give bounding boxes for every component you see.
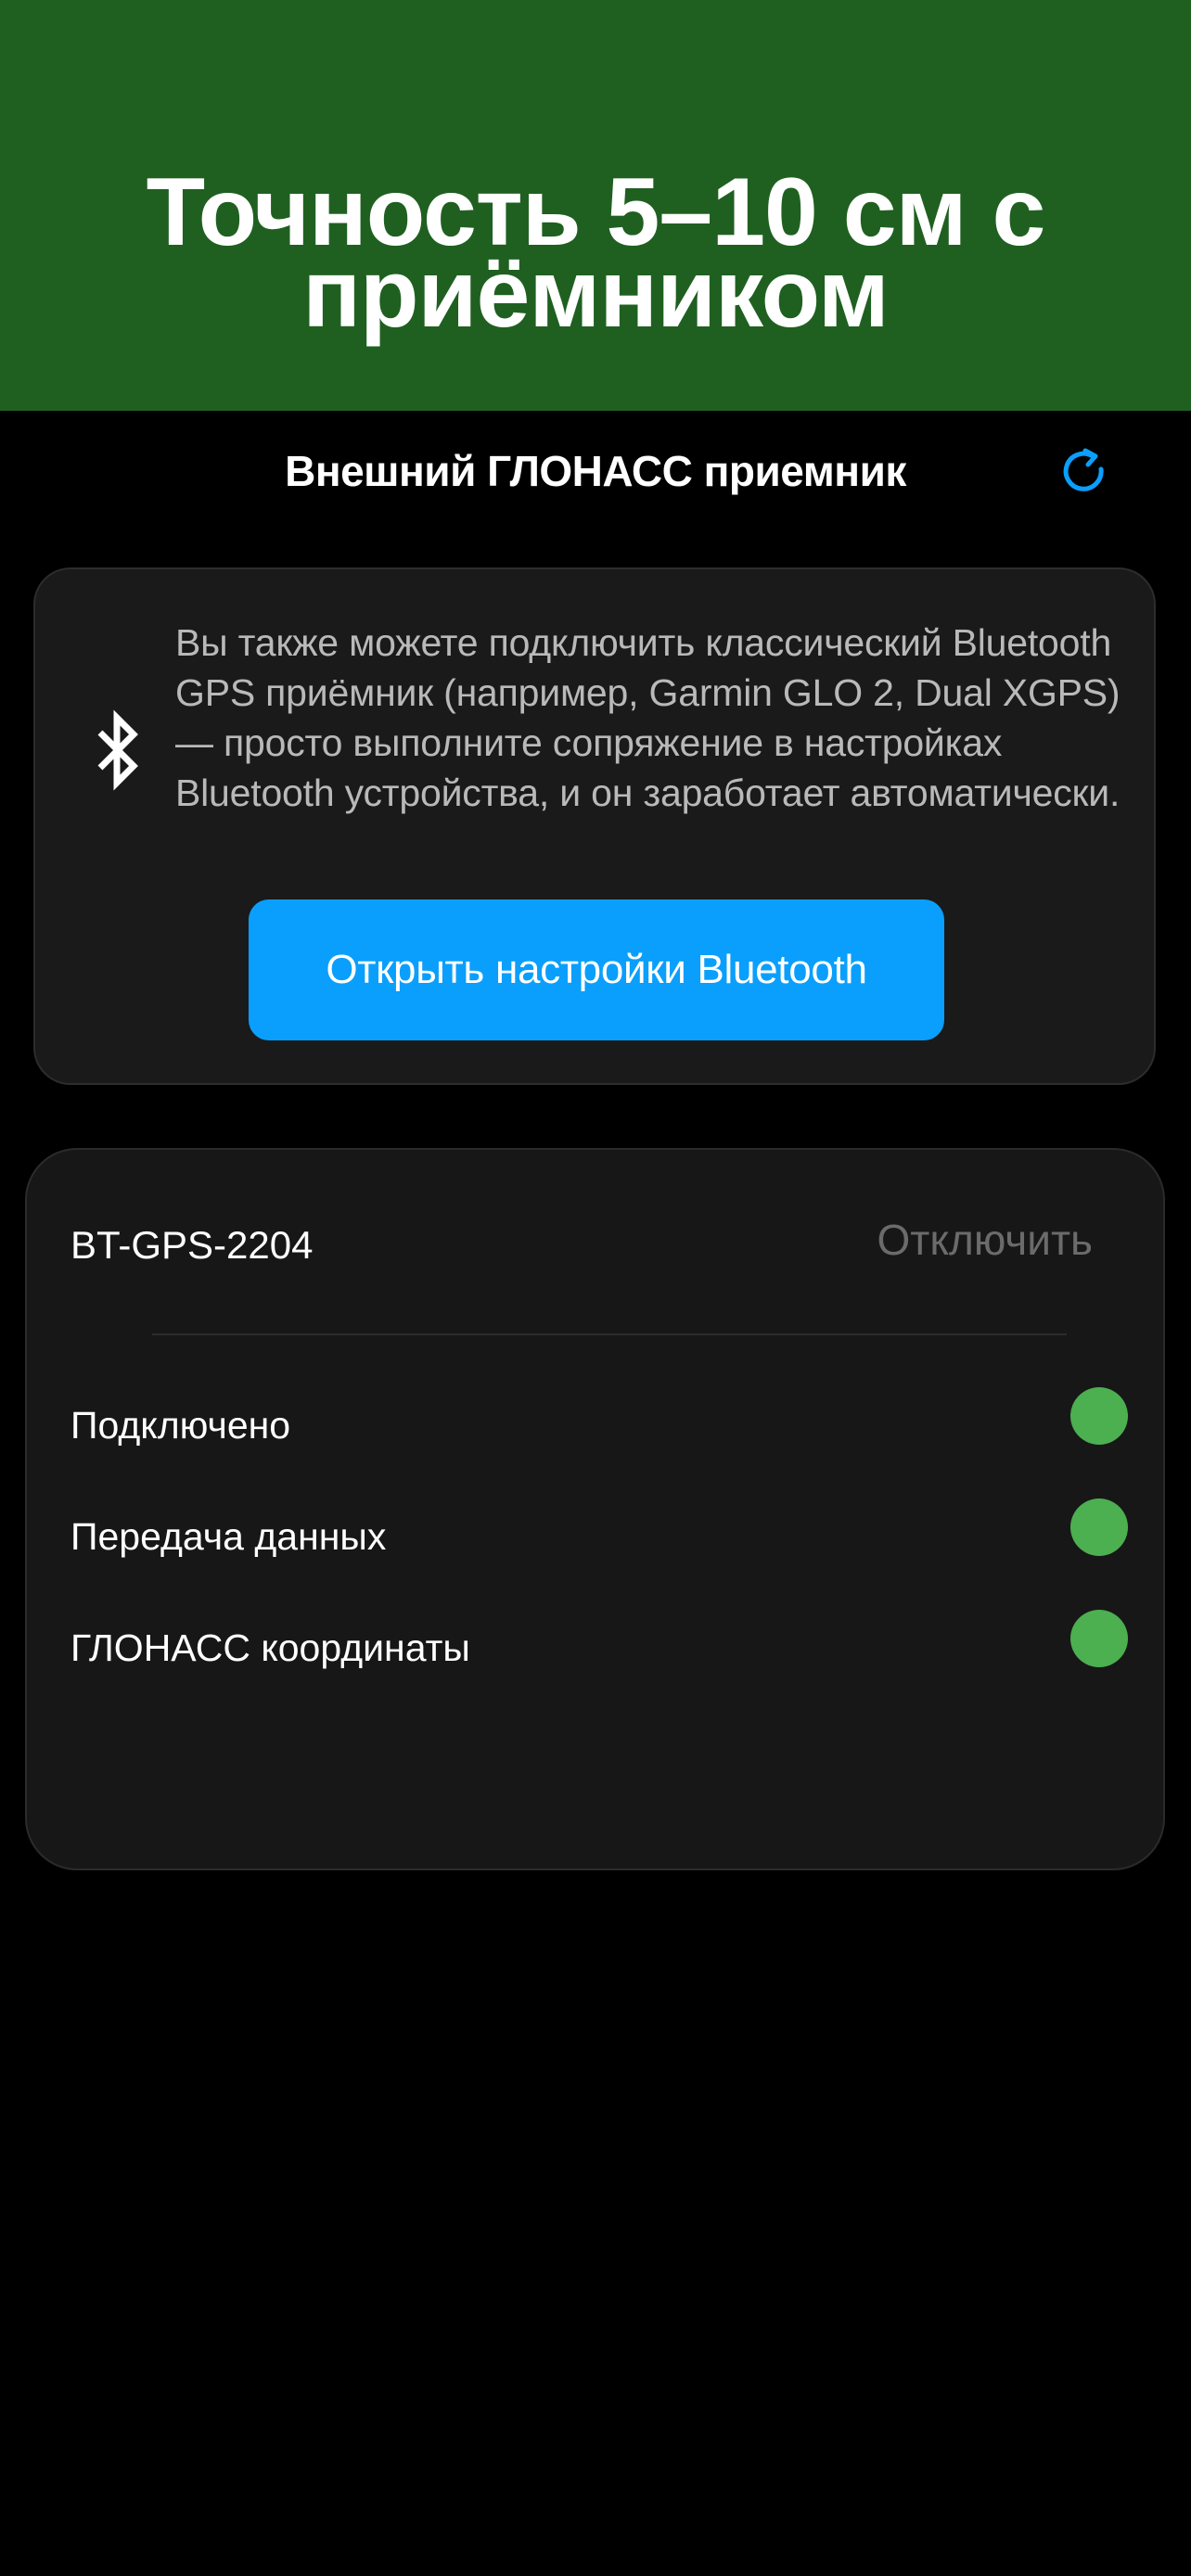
promo-title: Точность 5–10 см с приёмником — [146, 159, 1046, 348]
device-name: BT-GPS-2204 — [70, 1223, 314, 1267]
device-card: BT-GPS-2204 Отключить Подключено Передач… — [25, 1148, 1165, 1870]
status-row-glonass: ГЛОНАСС координаты — [70, 1610, 1128, 1675]
divider — [152, 1333, 1067, 1335]
status-row-connected: Подключено — [70, 1387, 1128, 1452]
status-row-data-transfer: Передача данных — [70, 1498, 1128, 1563]
disconnect-button[interactable]: Отключить — [877, 1209, 1093, 1270]
status-indicator — [1070, 1610, 1128, 1667]
promo-banner: Точность 5–10 см с приёмником — [0, 0, 1191, 411]
bluetooth-info-card: Вы также можете подключить классический … — [33, 567, 1156, 1085]
status-indicator — [1070, 1498, 1128, 1556]
screen-title: Внешний ГЛОНАСС приемник — [285, 447, 906, 495]
status-label: ГЛОНАСС координаты — [70, 1626, 470, 1669]
status-indicator — [1070, 1387, 1128, 1445]
status-label: Подключено — [70, 1404, 291, 1447]
refresh-button[interactable] — [1057, 443, 1113, 499]
status-label: Передача данных — [70, 1515, 387, 1558]
refresh-icon — [1063, 448, 1104, 491]
bluetooth-icon — [97, 709, 138, 791]
open-bluetooth-settings-button[interactable]: Открыть настройки Bluetooth — [249, 899, 944, 1040]
bluetooth-instructions: Вы также можете подключить классический … — [175, 621, 1121, 814]
